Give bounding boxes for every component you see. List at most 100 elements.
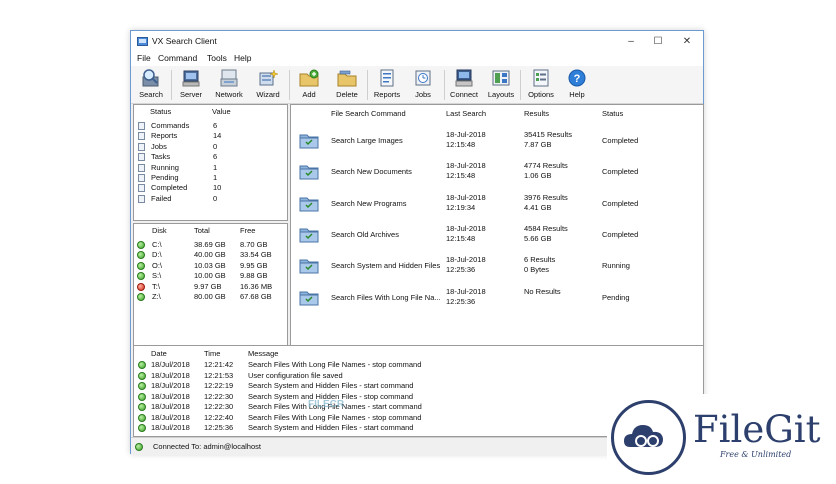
disk-total: 80.00 GB [194,292,226,301]
status-row-icon [138,122,145,130]
maximize-button[interactable]: ☐ [645,33,671,49]
command-status: Completed [602,136,639,145]
disk-free: 33.54 GB [240,250,272,260]
jobs-icon [415,70,431,86]
menu-file[interactable]: File [137,53,151,63]
command-results-size: 7.87 GB [524,140,552,149]
watermark-logo [611,400,686,475]
reports-button[interactable]: Reports [367,68,407,102]
command-time: 12:25:36 [446,265,476,275]
log-date: 18/Jul/2018 [151,402,190,411]
log-time: 12:21:53 [204,370,234,380]
command-time: 12:25:36 [446,296,476,306]
status-row-label: Jobs [151,141,167,151]
log-date: 18/Jul/2018 [151,412,190,422]
status-panel: Status Value Commands 6 Reports 14 Jobs 0 Task… [133,104,288,221]
status-row-icon [138,132,145,141]
results-header: Results [524,109,550,118]
log-status-icon [138,392,146,401]
log-date: 18/Jul/2018 [151,391,190,401]
connection-status-text: Connected To: admin@localhost [153,442,261,451]
status-row-icon [138,194,145,203]
search-command-icon [299,228,319,243]
command-date: 18-Jul-2018 [446,286,486,296]
disk-disk: Z:\ [152,292,161,301]
add-folder-icon [299,69,319,87]
options-button[interactable]: Options [521,68,561,102]
command-time: 12:15:48 [446,140,476,149]
command-results-size: 1.06 GB [524,171,552,181]
search-command-icon [299,165,319,180]
command-name: Search Large Images [331,136,403,145]
add-button[interactable]: Add [289,68,329,102]
command-row[interactable]: Search New Programs 18-Jul-2018 12:19:34 39… [291,190,703,218]
command-results: 4774 Results [524,161,568,171]
connect-button[interactable]: Connect [444,68,484,102]
status-row-value: 1 [213,162,218,172]
command-row[interactable]: Search Large Images 18-Jul-2018 12:15:48 35… [291,127,703,155]
status-row-label: Pending [151,173,179,182]
command-results: 6 Results [524,255,556,265]
command-results: 3976 Results [524,192,568,202]
command-row[interactable]: Search Files With Long File Na... 18-Jul-… [291,284,703,312]
command-time: 12:15:48 [446,233,476,243]
server-icon [182,70,200,87]
minimize-button[interactable]: – [618,33,644,49]
window-title: VX Search Client [152,36,217,46]
reports-icon [380,69,394,87]
layouts-button[interactable]: Layouts [481,68,521,102]
title-bar[interactable]: VX Search Client – ☐ ✕ [131,31,703,51]
status-row-label: Reports [151,131,178,141]
network-button[interactable]: Network [209,68,249,102]
connect-icon [455,69,473,87]
log-status-icon [138,371,146,380]
watermark-name: FileGit [693,408,821,451]
delete-button[interactable]: Delete [327,68,367,102]
network-icon [220,69,238,87]
server-button[interactable]: Server [171,68,211,102]
log-message: Search Files With Long File Names - stop… [248,412,422,422]
disk-disk: D:\ [152,250,162,260]
close-button[interactable]: ✕ [674,33,700,49]
disk-disk: O:\ [152,260,163,270]
disk-status-icon [137,261,145,270]
command-row[interactable]: Search New Documents 18-Jul-2018 12:15:48 4… [291,158,703,186]
command-time: 12:19:34 [446,202,476,212]
command-row[interactable]: Search Old Archives 18-Jul-2018 12:15:48 45… [291,221,703,249]
options-icon [533,69,549,87]
help-button[interactable]: ? Help [557,68,597,102]
menu-bar: File Command Tools Help [131,51,703,66]
commands-panel: File Search Command Last Search Results … [290,104,704,369]
command-results: 35415 Results [524,130,572,139]
status-row-label: Completed [151,183,188,193]
disk-free: 9.95 GB [240,260,268,270]
command-row[interactable]: Search System and Hidden Files 18-Jul-201… [291,252,703,280]
log-date: 18/Jul/2018 [151,360,190,369]
layouts-icon [492,70,510,86]
search-command-icon [299,291,319,305]
menu-command[interactable]: Command [158,53,197,63]
status-row-value: 0 [213,141,218,151]
status-row-icon [138,174,145,182]
log-message-header: Message [248,349,279,358]
log-date: 18/Jul/2018 [151,423,190,432]
last-search-header: Last Search [446,109,487,118]
log-time: 12:22:30 [204,402,234,411]
log-status-icon [138,403,146,411]
command-date: 18-Jul-2018 [446,192,486,202]
command-name: Search New Documents [331,167,412,177]
search-icon [142,69,159,87]
disk-disk: C:\ [152,240,162,249]
menu-tools[interactable]: Tools [207,53,227,63]
command-date: 18-Jul-2018 [446,223,486,233]
wizard-button[interactable]: Wizard [248,68,288,102]
search-button[interactable]: Search [131,68,171,102]
log-message: Search Files With Long File Names - stop… [248,360,422,369]
command-name: Search Old Archives [331,229,399,239]
search-command-icon [299,259,319,274]
menu-help[interactable]: Help [234,53,251,63]
status-row-value: 14 [213,131,222,141]
jobs-button[interactable]: Jobs [403,68,443,102]
log-message: User configuration file saved [248,370,343,380]
disk-status-icon [137,251,145,260]
